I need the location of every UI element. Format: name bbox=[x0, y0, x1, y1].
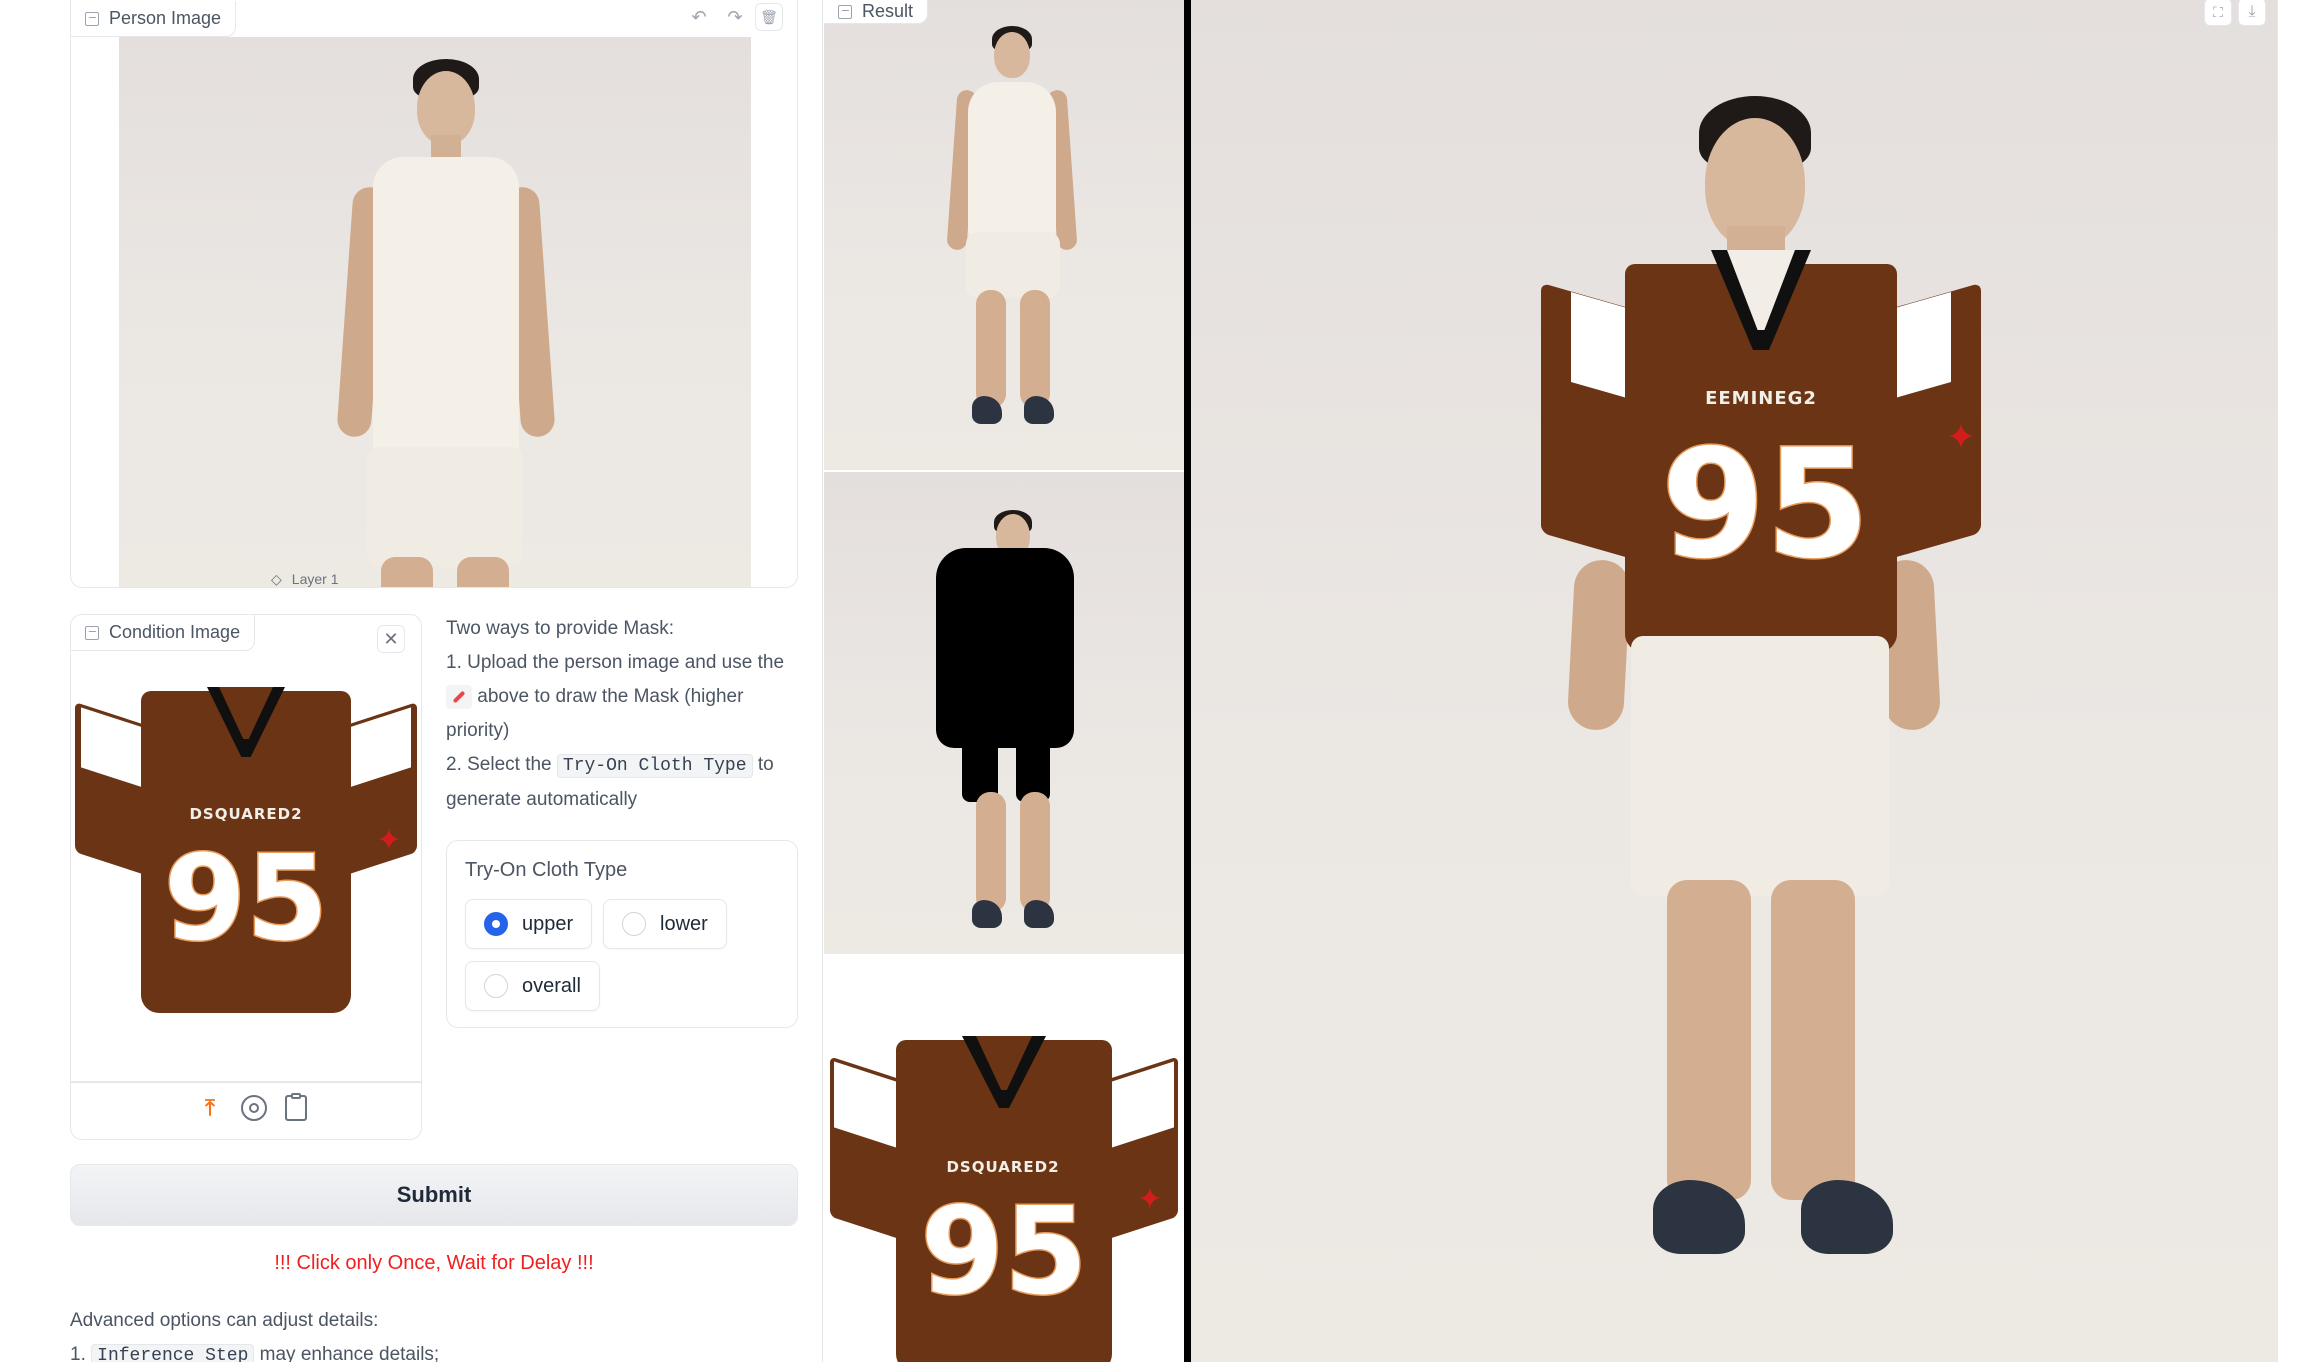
warning-text: !!! Click only Once, Wait for Delay !!! bbox=[274, 1252, 594, 1274]
result-thumb-garment[interactable]: DSQUARED2 95 ✦ bbox=[824, 956, 1184, 1362]
jersey-number: 95 bbox=[162, 829, 329, 967]
brush-icon bbox=[446, 684, 472, 709]
webcam-icon[interactable] bbox=[241, 1095, 267, 1121]
clipboard-icon[interactable] bbox=[285, 1093, 307, 1121]
jersey-brand-text: DSQUARED2 bbox=[189, 805, 303, 823]
radio-lower-dot[interactable] bbox=[622, 912, 646, 936]
maple-leaf-icon: ✦ bbox=[1945, 416, 1977, 457]
download-icon[interactable]: ⤓ bbox=[2238, 0, 2266, 26]
maple-leaf-icon: ✦ bbox=[1137, 1183, 1163, 1216]
person-shorts bbox=[367, 447, 523, 567]
cloth-type-label: Try-On Cloth Type bbox=[465, 859, 628, 881]
undo-icon[interactable]: ↶ bbox=[685, 3, 713, 31]
layers-icon[interactable]: ◇ bbox=[271, 571, 282, 588]
close-icon[interactable]: ✕ bbox=[377, 625, 405, 653]
condition-jersey-image[interactable]: DSQUARED2 95 ✦ bbox=[71, 683, 421, 1023]
person-head bbox=[417, 71, 475, 145]
person-image-label: Person Image bbox=[71, 1, 237, 37]
condition-image-label: Condition Image bbox=[71, 615, 256, 651]
radio-lower[interactable]: lower bbox=[603, 899, 727, 949]
image-icon bbox=[85, 625, 99, 640]
layer-toolbar: ◇ Layer 1 bbox=[271, 570, 339, 588]
result-jersey: EEMINEG2 95 ✦ bbox=[1541, 250, 1981, 652]
condition-image-panel: Condition Image ✕ DSQUARED2 95 ✦ ⤒ bbox=[70, 614, 422, 1140]
upload-icon[interactable]: ⤒ bbox=[197, 1095, 223, 1121]
radio-overall-dot[interactable] bbox=[484, 974, 508, 998]
person-image-canvas[interactable] bbox=[119, 37, 751, 587]
result-right-shoe bbox=[1801, 1180, 1893, 1254]
gallery-divider bbox=[1184, 0, 1191, 1362]
maple-leaf-icon: ✦ bbox=[376, 824, 402, 857]
result-thumb-original[interactable] bbox=[824, 0, 1184, 470]
mask-overlay bbox=[936, 548, 1074, 748]
image-icon bbox=[838, 4, 852, 19]
right-scroll-area bbox=[2277, 0, 2309, 1362]
image-icon bbox=[85, 11, 99, 26]
result-main-image[interactable]: EEMINEG2 95 ✦ bbox=[1191, 0, 2277, 1362]
person-tank-top bbox=[373, 157, 519, 477]
result-label: Result bbox=[824, 0, 929, 24]
radio-overall[interactable]: overall bbox=[465, 961, 600, 1011]
advanced-options-text: Advanced options can adjust details: 1. … bbox=[70, 1304, 798, 1362]
person-image-panel: Person Image ↶ ↷ 🗑 ◇ Layer 1 bbox=[70, 0, 798, 588]
radio-upper[interactable]: upper bbox=[465, 899, 593, 949]
submit-button[interactable]: Submit bbox=[70, 1164, 798, 1226]
cloth-type-group: Try-On Cloth Type upper lower overall bbox=[446, 840, 798, 1028]
trash-icon[interactable]: 🗑 bbox=[755, 3, 783, 31]
result-jersey-brand: EEMINEG2 bbox=[1705, 388, 1817, 409]
redo-icon[interactable]: ↷ bbox=[721, 3, 749, 31]
result-jersey-number: 95 bbox=[1660, 418, 1872, 592]
mask-instructions: Two ways to provide Mask: 1. Upload the … bbox=[446, 618, 785, 810]
result-shorts bbox=[1631, 636, 1889, 896]
fullscreen-icon[interactable]: ⛶ bbox=[2204, 0, 2232, 26]
upload-toolbar: ⤒ bbox=[197, 1093, 307, 1121]
radio-upper-dot[interactable] bbox=[484, 912, 508, 936]
result-thumb-mask[interactable] bbox=[824, 472, 1184, 954]
